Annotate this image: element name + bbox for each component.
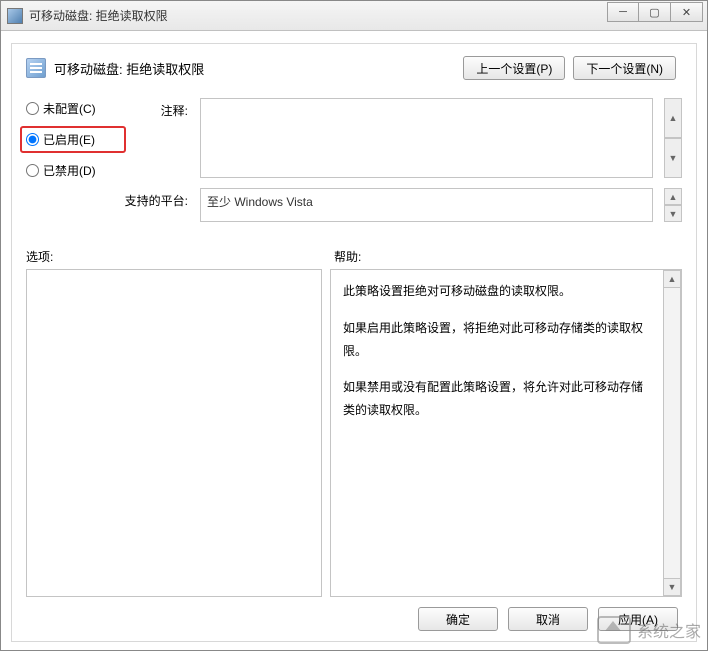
help-paragraph: 如果启用此策略设置，将拒绝对此可移动存储类的读取权限。: [343, 317, 651, 363]
radio-not-configured-label: 未配置(C): [43, 100, 96, 117]
content-area: 可移动磁盘: 拒绝读取权限 上一个设置(P) 下一个设置(N) 未配置(C) 已…: [1, 31, 707, 652]
options-label: 选项:: [26, 248, 334, 265]
panel-header: 可移动磁盘: 拒绝读取权限 上一个设置(P) 下一个设置(N): [26, 56, 682, 80]
radio-not-configured-input[interactable]: [26, 102, 39, 115]
window-controls: ─ ▢ ✕: [607, 2, 703, 22]
comment-scroll-up[interactable]: ▲: [664, 98, 682, 138]
help-text: 此策略设置拒绝对可移动磁盘的读取权限。 如果启用此策略设置，将拒绝对此可移动存储…: [331, 270, 663, 596]
comment-textarea[interactable]: [200, 98, 653, 178]
prev-setting-button[interactable]: 上一个设置(P): [463, 56, 565, 80]
help-scroll-down[interactable]: ▼: [663, 578, 681, 596]
policy-icon: [26, 58, 46, 78]
close-button[interactable]: ✕: [671, 2, 703, 22]
state-radio-group: 未配置(C) 已启用(E) 已禁用(D): [26, 98, 120, 179]
radio-disabled-label: 已禁用(D): [43, 162, 96, 179]
comment-scroll-down[interactable]: ▼: [664, 138, 682, 178]
app-icon: [7, 8, 23, 24]
help-box: 此策略设置拒绝对可移动磁盘的读取权限。 如果启用此策略设置，将拒绝对此可移动存储…: [330, 269, 682, 597]
help-label: 帮助:: [334, 248, 361, 265]
supported-platform-value: 至少 Windows Vista: [207, 195, 313, 209]
supported-platform-field: 至少 Windows Vista: [200, 188, 653, 222]
ok-button[interactable]: 确定: [418, 607, 498, 631]
radio-enabled-input[interactable]: [26, 133, 39, 146]
dialog-button-row: 确定 取消 应用(A): [26, 607, 682, 631]
help-paragraph: 如果禁用或没有配置此策略设置，将允许对此可移动存储类的读取权限。: [343, 376, 651, 422]
radio-enabled-label: 已启用(E): [43, 131, 95, 148]
help-scroll-up[interactable]: ▲: [663, 270, 681, 288]
radio-disabled[interactable]: 已禁用(D): [26, 162, 120, 179]
next-setting-button[interactable]: 下一个设置(N): [573, 56, 676, 80]
platform-scroll-up[interactable]: ▲: [664, 188, 682, 205]
radio-disabled-input[interactable]: [26, 164, 39, 177]
minimize-button[interactable]: ─: [607, 2, 639, 22]
apply-button[interactable]: 应用(A): [598, 607, 678, 631]
titlebar: 可移动磁盘: 拒绝读取权限 ─ ▢ ✕: [1, 1, 707, 31]
platform-scroll-down[interactable]: ▼: [664, 205, 682, 222]
policy-title: 可移动磁盘: 拒绝读取权限: [54, 59, 204, 78]
radio-not-configured[interactable]: 未配置(C): [26, 100, 120, 117]
maximize-button[interactable]: ▢: [639, 2, 671, 22]
options-box: [26, 269, 322, 597]
help-scrollbar: ▲ ▼: [663, 270, 681, 596]
main-panel: 可移动磁盘: 拒绝读取权限 上一个设置(P) 下一个设置(N) 未配置(C) 已…: [11, 43, 697, 642]
window-title: 可移动磁盘: 拒绝读取权限: [29, 7, 168, 24]
radio-enabled[interactable]: 已启用(E): [26, 131, 120, 148]
help-paragraph: 此策略设置拒绝对可移动磁盘的读取权限。: [343, 280, 651, 303]
help-scroll-track[interactable]: [663, 288, 681, 578]
platform-label: 支持的平台:: [120, 188, 188, 222]
cancel-button[interactable]: 取消: [508, 607, 588, 631]
comment-label: 注释:: [120, 98, 188, 178]
